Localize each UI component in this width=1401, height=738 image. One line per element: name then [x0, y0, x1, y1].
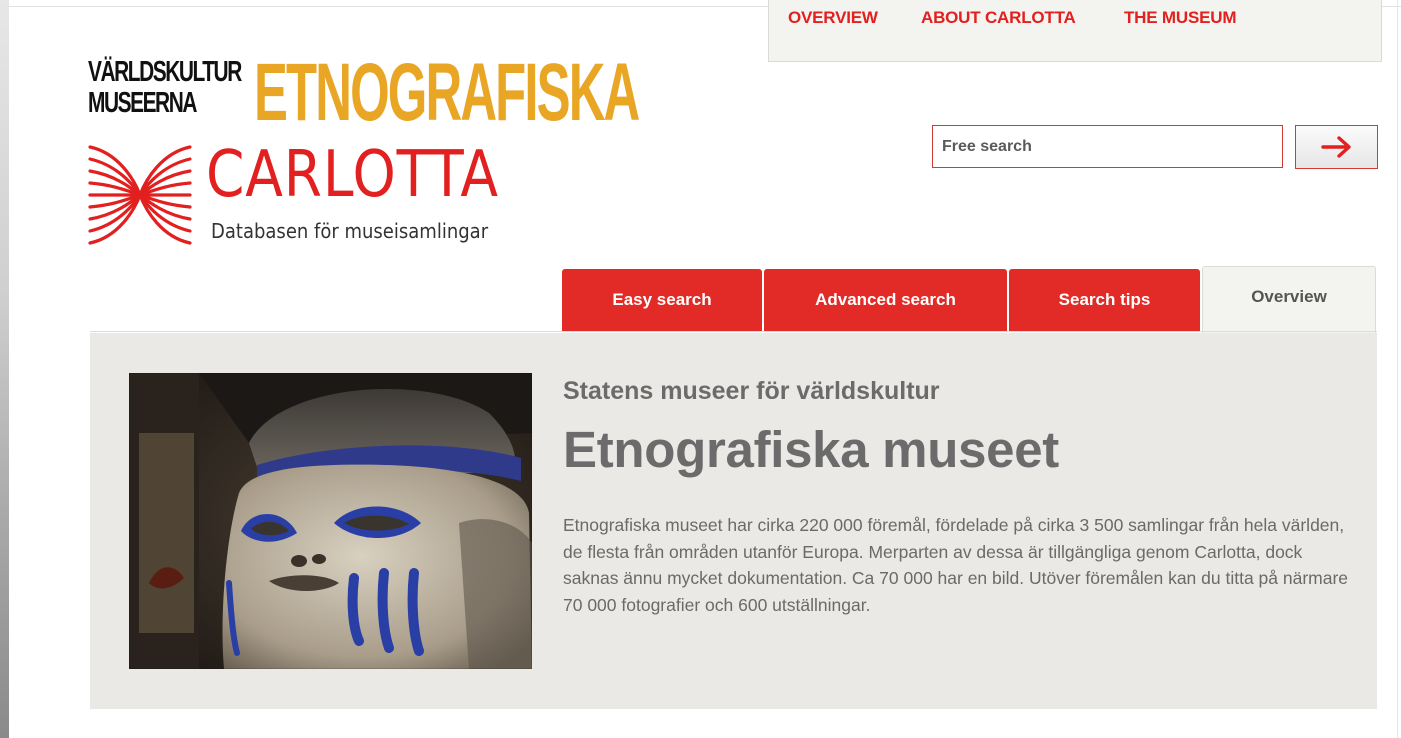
tab-label: Advanced search — [815, 290, 956, 309]
carlotta-wordmark: CARLOTTA — [206, 138, 499, 212]
carlotta-swirl-icon — [88, 145, 192, 245]
nav-overview-link[interactable]: OVERVIEW — [788, 8, 878, 28]
logo-tagline: Databasen för museisamlingar — [211, 219, 489, 243]
search-submit-button[interactable] — [1295, 125, 1378, 169]
museum-description: Etnografiska museet har cirka 220 000 fö… — [563, 515, 1349, 615]
tab-overview[interactable]: Overview — [1202, 266, 1376, 334]
nav-museum-link[interactable]: THE MUSEUM — [1124, 8, 1236, 28]
wordmark-line2: MUSEERNA — [88, 87, 197, 119]
tab-divider — [90, 331, 1377, 332]
museum-name-wordmark: ETNOGRAFISKA — [254, 47, 640, 138]
window-edge — [0, 0, 9, 738]
right-divider — [1397, 0, 1398, 738]
top-nav: OVERVIEW ABOUT CARLOTTA THE MUSEUM — [768, 0, 1382, 62]
tab-easy-search[interactable]: Easy search — [562, 269, 762, 331]
tab-advanced-search[interactable]: Advanced search — [764, 269, 1007, 331]
arrow-right-icon — [1320, 136, 1351, 158]
nav-about-link[interactable]: ABOUT CARLOTTA — [921, 8, 1076, 28]
content-kicker: Statens museer för världskultur — [563, 377, 940, 405]
tab-search-tips[interactable]: Search tips — [1009, 269, 1200, 331]
tab-label: Overview — [1251, 287, 1327, 306]
museum-mask-photo — [129, 373, 532, 669]
varldskultur-wordmark: VÄRLDSKULTUR MUSEERNA — [88, 56, 242, 119]
tab-label: Easy search — [612, 290, 712, 309]
free-search-input[interactable] — [932, 125, 1283, 168]
tab-label: Search tips — [1058, 290, 1151, 309]
page-title: Etnografiska museet — [563, 421, 1059, 478]
wordmark-line1: VÄRLDSKULTUR — [88, 56, 242, 88]
